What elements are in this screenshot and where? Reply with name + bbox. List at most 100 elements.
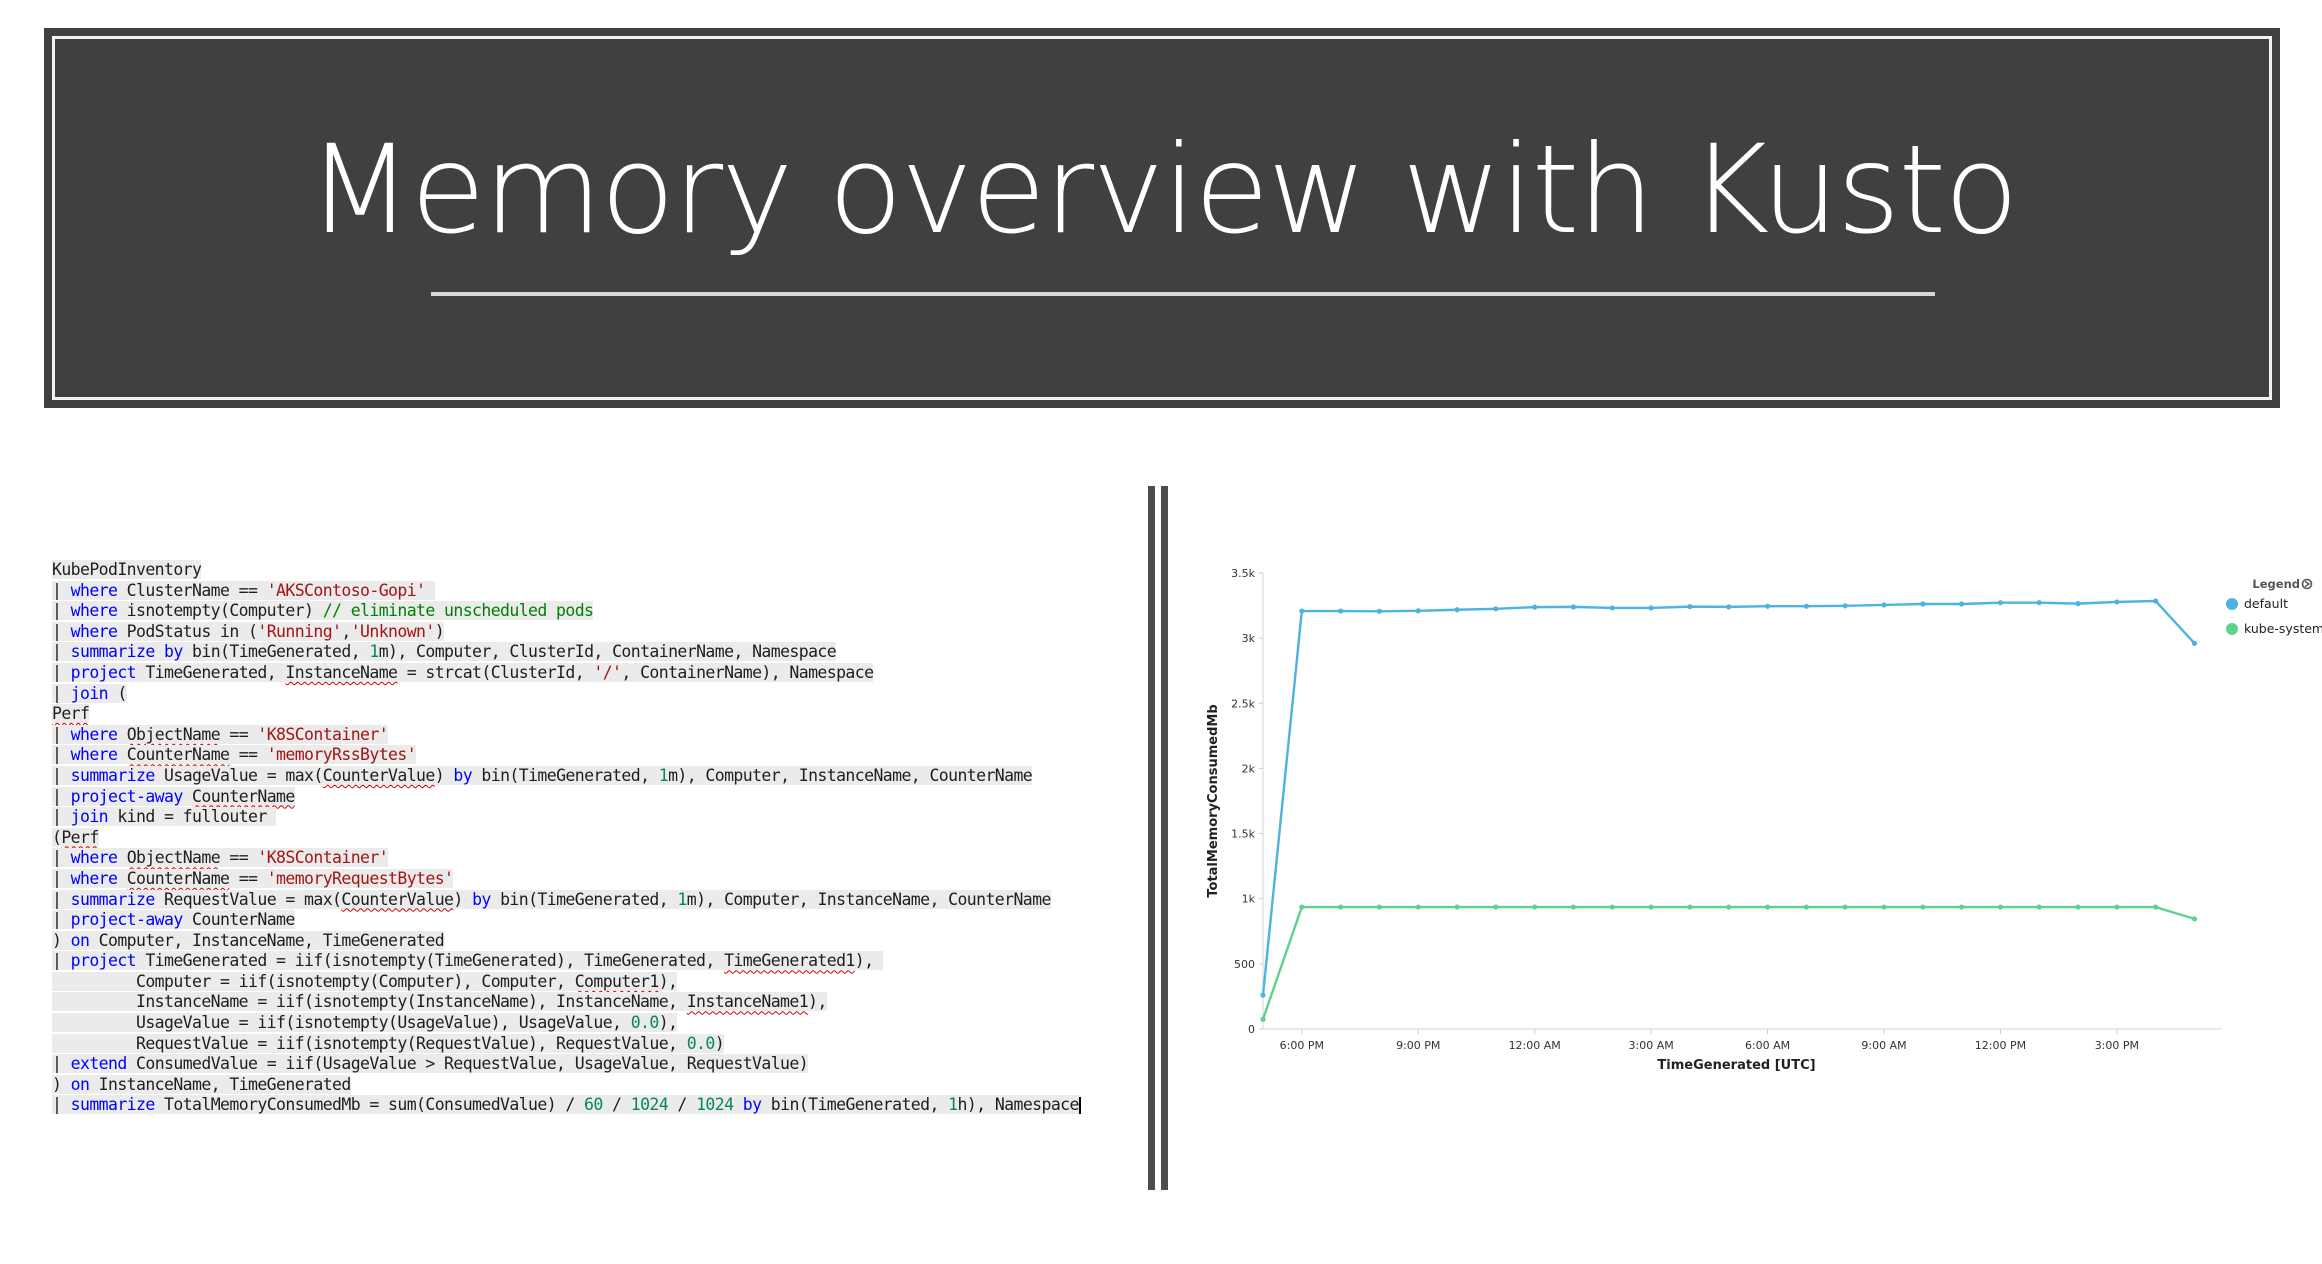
- code-line: | where CounterName == 'memoryRequestByt…: [52, 868, 1081, 890]
- code-number: 1: [658, 765, 669, 785]
- code-line-text: | project-away CounterName: [52, 910, 295, 930]
- code-line: Perf: [52, 704, 1081, 725]
- code-unresolved-identifier: CounterName: [192, 786, 295, 806]
- code-keyword: where: [70, 580, 118, 600]
- data-point-default: [1299, 608, 1305, 614]
- code-unresolved-identifier: Computer1: [574, 971, 660, 991]
- data-point-kube-system: [1920, 904, 1926, 910]
- data-point-default: [2114, 599, 2120, 605]
- code-token: |: [52, 580, 71, 600]
- code-line: | summarize UsageValue = max(CounterValu…: [52, 765, 1081, 787]
- data-point-default: [1570, 604, 1577, 610]
- code-keyword: project: [70, 662, 137, 682]
- code-keyword: project: [70, 951, 137, 971]
- data-point-kube-system: [1299, 904, 1305, 910]
- data-point-kube-system: [1959, 904, 1965, 910]
- legend-swatch-kube-system: [2226, 623, 2238, 635]
- code-token: ConsumedValue = iif(UsageValue > Request…: [126, 1054, 809, 1074]
- title-panel: Memory overview with Kusto: [63, 47, 2261, 389]
- code-keyword: summarize by: [70, 642, 184, 662]
- code-token: bin(TimeGenerated,: [490, 889, 678, 909]
- kusto-query-code: KubePodInventory | where ClusterName == '…: [52, 560, 1081, 1116]
- code-token: ==: [229, 868, 267, 888]
- code-token: bin(TimeGenerated,: [472, 765, 659, 785]
- code-number: 1: [369, 642, 379, 662]
- code-token: TimeGenerated,: [136, 662, 286, 682]
- code-unresolved-identifier: ObjectName: [126, 724, 221, 744]
- code-token: |: [52, 1054, 71, 1074]
- code-token: Computer, InstanceName, TimeGenerated: [89, 930, 445, 950]
- code-line-text: RequestValue = iif(isnotempty(RequestVal…: [52, 1033, 725, 1053]
- x-axis-title: TimeGenerated [UTC]: [1657, 1058, 1815, 1073]
- x-tick-label: 3:00 AM: [1629, 1039, 1674, 1052]
- data-point-default: [1260, 992, 1266, 998]
- code-token: |: [52, 724, 71, 744]
- code-line-text: UsageValue = iif(isnotempty(UsageValue),…: [52, 1013, 678, 1033]
- data-point-default: [1648, 605, 1654, 611]
- code-unresolved-identifier: TimeGenerated1: [724, 951, 855, 971]
- code-token: |: [52, 745, 71, 765]
- title-underline: [431, 292, 1935, 296]
- code-keyword: where: [70, 724, 118, 744]
- y-tick-label: 2.5k: [1231, 697, 1255, 710]
- text-cursor: [1078, 1097, 1081, 1115]
- code-line: | where PodStatus in ('Running','Unknown…: [52, 621, 1081, 643]
- code-line: | join (: [52, 683, 1081, 705]
- data-point-default: [1881, 602, 1887, 608]
- code-keyword: summarize: [70, 889, 156, 909]
- code-token: ): [434, 621, 445, 641]
- data-point-default: [1609, 605, 1615, 611]
- chart-svg: 0 500 1k 1.5k 2k 2.5k 3k 3.5k 6:00 PM 9:00 PM 12:0…: [1206, 567, 2322, 1073]
- code-token: UsageValue = max(: [154, 765, 323, 785]
- code-token: TimeGenerated = iif(isnotempty(TimeGener…: [136, 951, 725, 971]
- code-keyword: where: [70, 848, 118, 868]
- code-unresolved-identifier: Perf: [61, 827, 99, 847]
- data-point-kube-system: [2036, 904, 2042, 910]
- data-point-default: [1842, 603, 1848, 609]
- code-string: 'Unknown': [350, 621, 436, 641]
- code-line: | summarize by bin(TimeGenerated, 1m), C…: [52, 642, 1081, 663]
- code-number: 1: [677, 889, 687, 909]
- code-line: | join kind = fullouter: [52, 807, 1081, 828]
- x-tick-label: 6:00 PM: [1280, 1039, 1324, 1052]
- y-tick-label: 2k: [1242, 762, 1256, 775]
- data-point-kube-system: [1532, 904, 1538, 910]
- code-token: |: [52, 601, 71, 621]
- code-line-text: ) on InstanceName, TimeGenerated: [52, 1074, 351, 1094]
- code-token: KubePodInventory: [52, 560, 202, 579]
- code-keyword: on: [70, 1074, 90, 1094]
- code-line: | extend ConsumedValue = iif(UsageValue …: [52, 1054, 1081, 1075]
- code-token: ): [52, 1074, 71, 1094]
- y-tick-label: 3.5k: [1231, 567, 1255, 580]
- code-string: 'AKSContoso-Gopi': [266, 580, 426, 600]
- x-tick-label: 12:00 PM: [1975, 1039, 2026, 1052]
- code-unresolved-identifier: CounterName: [126, 745, 230, 765]
- code-number: 0.0: [630, 1013, 660, 1033]
- code-token: |: [52, 621, 71, 641]
- code-token: |: [52, 807, 71, 827]
- code-line: | summarize TotalMemoryConsumedMb = sum(…: [52, 1095, 1081, 1116]
- slide-title: Memory overview with Kusto: [307, 119, 2019, 261]
- y-tick-label: 1k: [1242, 893, 1256, 906]
- data-point-kube-system: [2191, 916, 2198, 922]
- data-point-kube-system: [1842, 904, 1848, 910]
- code-line-text: | where ObjectName == 'K8SContainer': [52, 724, 389, 744]
- data-point-default: [1803, 603, 1809, 609]
- code-line-text: | where CounterName == 'memoryRssBytes': [52, 745, 417, 765]
- data-point-kube-system: [1376, 904, 1383, 910]
- code-line: | where isnotempty(Computer) // eliminat…: [52, 601, 1081, 622]
- data-point-kube-system: [1493, 904, 1499, 910]
- code-token: ): [453, 889, 473, 909]
- data-point-kube-system: [2153, 904, 2159, 910]
- code-line-text: | summarize TotalMemoryConsumedMb = sum(…: [52, 1095, 1081, 1115]
- data-point-kube-system: [1687, 904, 1693, 910]
- code-string: 'Running': [257, 621, 342, 641]
- code-token: ==: [229, 745, 267, 765]
- code-keyword: project-away: [70, 786, 184, 806]
- code-keyword: where: [70, 621, 118, 641]
- code-line-text: | join (: [52, 683, 127, 703]
- y-tick-label: 3k: [1242, 632, 1256, 645]
- code-token: |: [52, 1095, 71, 1115]
